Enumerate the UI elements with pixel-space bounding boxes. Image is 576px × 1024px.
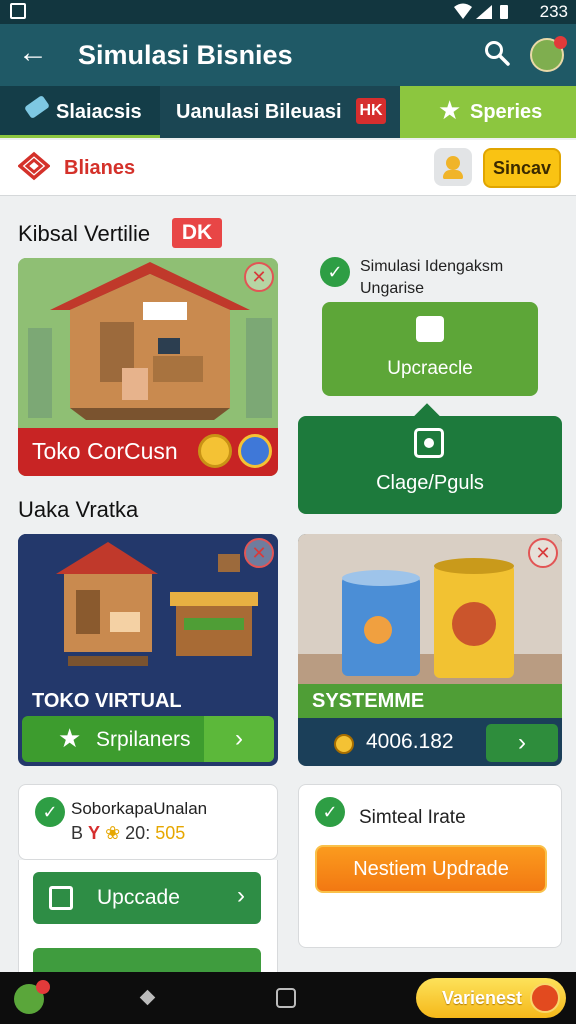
avatar[interactable] [530,36,567,72]
star-icon: ★ [58,723,82,753]
coin-icon [334,734,354,754]
recents-nav-icon[interactable] [276,988,296,1008]
system-card[interactable]: ✕ SYSTEMME 4006.182 › [298,534,562,766]
tab-uanulasi[interactable]: Uanulasi Bileuasi HK [160,86,400,138]
upgrade-button[interactable]: Upcraecle [322,302,538,396]
upccade-button[interactable]: Upccade › [33,872,261,924]
brand-name: Blianes [64,157,136,179]
balance-value: 4006.182 [366,730,454,753]
card-label-bar: SYSTEMME [298,684,562,718]
back-arrow-icon[interactable]: ← [18,38,48,68]
gold-coin-icon [198,434,232,468]
product-cans-illustration [298,534,562,684]
sync-button[interactable]: Sincav [483,148,561,188]
close-icon[interactable]: ✕ [244,262,274,292]
app-icon[interactable] [14,980,50,1014]
back-nav-icon[interactable] [139,989,156,1006]
wifi-signal-battery-icons [454,3,508,19]
brand-bar: Blianes Sincav [0,140,576,196]
tab-badge: HK [356,98,386,124]
flower-icon: ❀ [105,823,121,843]
section-badge: DK [172,218,222,248]
support-title: SoborkapaUnalan [71,799,208,818]
camera-panel-label: Clage/Pguls [376,472,484,494]
notification-dot [36,980,50,994]
status-text: Simulasi Idengaksm Ungarise [360,256,503,300]
page-title: Simulasi Bisnies [78,40,293,70]
status-time: 233 [539,2,568,21]
check-icon: ✓ [320,257,350,287]
card-title: Toko CorCusn [32,438,178,464]
status-line-2: Ungarise [360,280,425,297]
support-card: ✓ SoborkapaUnalan B Y ❀ 20: 505 [18,784,278,860]
check-icon: ✓ [315,797,345,827]
update-button[interactable]: Nestiem Updrade [315,845,547,893]
close-icon[interactable]: ✕ [528,538,558,568]
system-nav-bar: Varienest [0,972,576,1024]
section-title: Kibsal Vertilie [18,221,151,246]
support-details: B Y ❀ 20: 505 [71,823,186,843]
chevron-right-icon: › [237,882,245,909]
srpilaners-button[interactable]: ★ Srpilaners › [22,716,274,762]
hourglass-icon [530,983,560,1013]
tab-bar: Slaiacsis Uanulasi Bileuasi HK ★ Speries [0,86,576,138]
user-button[interactable] [434,148,472,186]
status-line-1: Simulasi Idengaksm [360,258,504,275]
tab-label: Speries [470,101,543,123]
search-icon[interactable] [484,40,510,66]
tab-speries[interactable]: ★ Speries [400,86,576,138]
status-bar: 233 [0,0,576,24]
star-icon: ★ [438,95,462,125]
special-title: Simteal Irate [359,807,466,828]
special-card: ✓ Simteal Irate Nestiem Updrade [298,784,562,948]
card-caption: Toko CorCusn [18,428,278,476]
check-icon: ✓ [35,797,65,827]
chevron-right-button[interactable]: › [486,724,558,762]
blue-coin-icon [238,434,272,468]
edit-icon [49,886,73,910]
brand-logo-icon [18,151,50,181]
app-bar: ← Simulasi Bisnies [0,24,576,86]
office-store-illustration [18,258,278,428]
support-actions: Upccade › [18,860,278,990]
button-label: Varienest [442,988,523,1008]
notification-icon [10,3,26,19]
tab-slaiacsis[interactable]: Slaiacsis [0,86,160,138]
button-label: Srpilaners [96,728,191,751]
section-title: Uaka Vratka [18,497,139,522]
camera-icon [414,428,444,458]
button-label: Upccade [97,886,180,909]
close-icon[interactable]: ✕ [244,538,274,568]
user-icon [446,156,460,170]
notification-dot [554,36,567,49]
tab-label: Slaiacsis [56,101,142,123]
card-title: TOKO VIRTUAL [32,690,182,712]
upgrade-label: Upcraecle [387,358,473,379]
chevron-right-icon: › [204,716,274,762]
eraser-icon [23,94,51,120]
edit-icon [416,316,444,342]
virtual-store-card[interactable]: ✕ TOKO VIRTUAL ★ Srpilaners › [18,534,278,766]
camera-panel[interactable]: Clage/Pguls [298,403,562,514]
tab-label: Uanulasi Bileuasi [176,101,342,123]
virtual-store-illustration [18,534,278,684]
office-store-card[interactable]: ✕ Toko CorCusn [18,258,278,476]
card-title: SYSTEMME [312,690,425,712]
varienest-button[interactable]: Varienest [416,978,566,1018]
